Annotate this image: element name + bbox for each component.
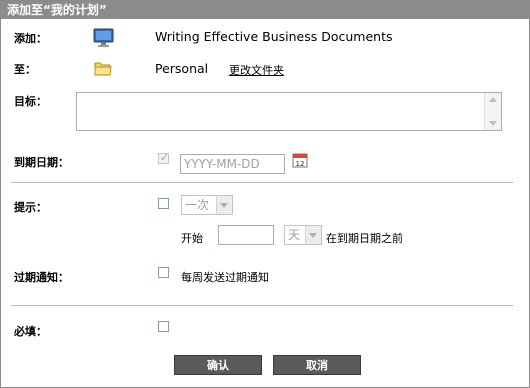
required-label: 必填：: [14, 325, 47, 338]
svg-text:12: 12: [296, 160, 305, 168]
calendar-icon[interactable]: 12: [292, 152, 308, 168]
goal-textarea[interactable]: [76, 92, 502, 131]
due-date-label: 到期日期：: [14, 156, 69, 169]
goal-scrollbar[interactable]: [484, 93, 501, 130]
reminder-unit-value: 天: [288, 228, 301, 242]
cancel-button[interactable]: 取消: [273, 355, 361, 375]
reminder-start-input[interactable]: [218, 225, 274, 245]
scroll-up-icon[interactable]: [489, 97, 497, 102]
change-folder-link[interactable]: 更改文件夹: [229, 62, 284, 78]
overdue-checkbox[interactable]: [158, 267, 169, 278]
due-date-input[interactable]: YYYY-MM-DD: [180, 154, 285, 174]
checkmark-icon: ✓: [160, 151, 170, 164]
add-label: 添加：: [14, 32, 47, 45]
overdue-option-text: 每周发送过期通知: [181, 271, 269, 284]
add-to-plan-dialog: 添加至“我的计划” 添加： Writing Effective Business…: [0, 0, 530, 388]
goal-label: 目标：: [14, 95, 47, 108]
reminder-label: 提示：: [14, 201, 47, 214]
required-checkbox[interactable]: [158, 321, 169, 332]
start-label: 开始: [181, 232, 203, 245]
to-label: 至：: [14, 63, 36, 76]
folder-name: Personal: [155, 61, 209, 76]
reminder-frequency-value: 一次: [185, 198, 210, 212]
before-due-text: 在到期日期之前: [326, 232, 403, 245]
divider-1: [11, 182, 513, 183]
chevron-down-icon: [305, 226, 321, 244]
folder-icon: [94, 60, 112, 77]
monitor-icon: [93, 28, 115, 48]
reminder-frequency-select[interactable]: 一次: [181, 195, 233, 215]
reminder-unit-select[interactable]: 天: [284, 225, 322, 245]
chevron-down-icon: [216, 196, 232, 214]
overdue-label: 过期通知：: [14, 271, 69, 284]
due-date-checkbox[interactable]: ✓: [158, 151, 170, 164]
reminder-checkbox[interactable]: [158, 198, 169, 209]
divider-2: [11, 305, 513, 306]
item-name: Writing Effective Business Documents: [155, 29, 393, 44]
scroll-down-icon[interactable]: [489, 121, 497, 126]
dialog-title: 添加至“我的计划”: [1, 1, 529, 19]
confirm-button[interactable]: 确认: [174, 355, 262, 375]
